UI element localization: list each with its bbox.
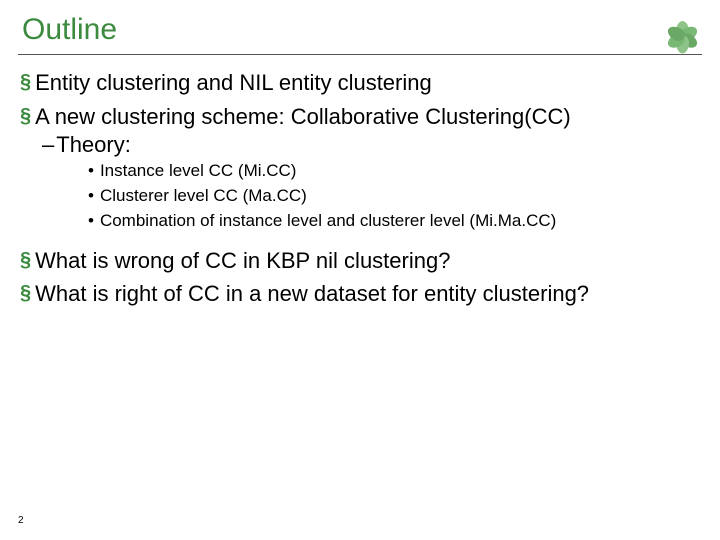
bullet-level1: § What is wrong of CC in KBP nil cluster… [20,247,702,275]
bullet-text: What is wrong of CC in KBP nil clusterin… [35,247,450,275]
page-number: 2 [18,515,24,526]
square-bullet-icon: § [20,69,31,95]
bullet-level2: – Theory: [42,132,702,158]
bullet-text: Entity clustering and NIL entity cluster… [35,69,432,97]
bullet-level1: § What is right of CC in a new dataset f… [20,280,702,308]
bullet-text: Instance level CC (Mi.CC) [100,160,297,183]
dash-bullet-icon: – [42,132,54,158]
dot-bullet-icon: • [88,185,94,208]
bullet-text: Combination of instance level and cluste… [100,210,556,233]
bullet-level3: • Instance level CC (Mi.CC) [88,160,702,183]
slide-title: Outline [18,13,117,47]
bullet-text: Clusterer level CC (Ma.CC) [100,185,307,208]
title-row: Outline [18,10,702,55]
dot-bullet-icon: • [88,160,94,183]
content-area: § Entity clustering and NIL entity clust… [18,69,702,308]
square-bullet-icon: § [20,280,31,306]
flower-logo-icon [662,10,702,50]
square-bullet-icon: § [20,103,31,129]
bullet-text: Theory: [56,132,131,158]
bullet-text: What is right of CC in a new dataset for… [35,280,589,308]
bullet-level1: § Entity clustering and NIL entity clust… [20,69,702,97]
bullet-level3: • Combination of instance level and clus… [88,210,702,233]
dot-bullet-icon: • [88,210,94,233]
bullet-level1: § A new clustering scheme: Collaborative… [20,103,702,131]
bullet-text: A new clustering scheme: Collaborative C… [35,103,571,131]
slide: Outline § Entity clustering and NIL enti… [0,0,720,540]
bullet-level3: • Clusterer level CC (Ma.CC) [88,185,702,208]
square-bullet-icon: § [20,247,31,273]
